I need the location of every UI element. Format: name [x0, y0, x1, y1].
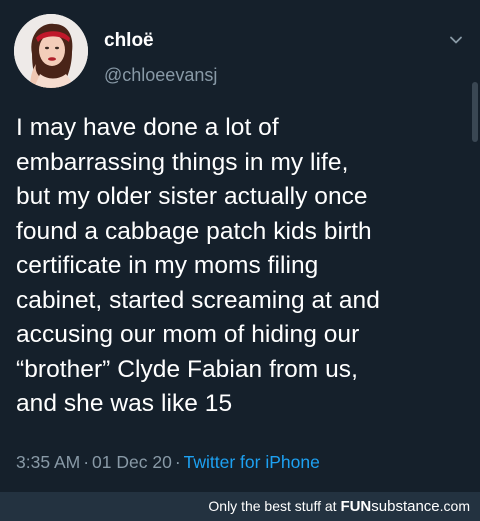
- tweet-card: chloë @chloeevansj I may have done a lot…: [0, 0, 480, 492]
- tweet-source-link[interactable]: Twitter for iPhone: [184, 452, 320, 472]
- watermark-text[interactable]: Only the best stuff at FUNsubstance.com: [208, 498, 470, 515]
- scrollbar[interactable]: [472, 82, 478, 142]
- watermark-tagline: Only the best stuff at: [208, 498, 341, 514]
- user-handle[interactable]: @chloeevansj: [104, 65, 217, 86]
- tweet-date[interactable]: 01 Dec 20: [92, 452, 172, 472]
- tweet-metadata: 3:35 AM · 01 Dec 20 · Twitter for iPhone: [16, 452, 320, 473]
- tweet-time[interactable]: 3:35 AM: [16, 452, 80, 472]
- watermark-footer: Only the best stuff at FUNsubstance.com: [0, 492, 480, 521]
- chevron-down-icon[interactable]: [448, 32, 464, 48]
- meta-separator: ·: [174, 452, 181, 472]
- tweet-text: I may have done a lot of embarrassing th…: [16, 114, 380, 417]
- watermark-brand-fun: FUN: [340, 498, 372, 515]
- watermark-brand-substance: substance: [371, 498, 440, 515]
- watermark-brand-tld: .com: [439, 498, 470, 514]
- display-name[interactable]: chloë: [104, 30, 154, 52]
- avatar[interactable]: [14, 14, 88, 88]
- meta-separator: ·: [83, 452, 90, 472]
- profile-photo: [14, 14, 88, 88]
